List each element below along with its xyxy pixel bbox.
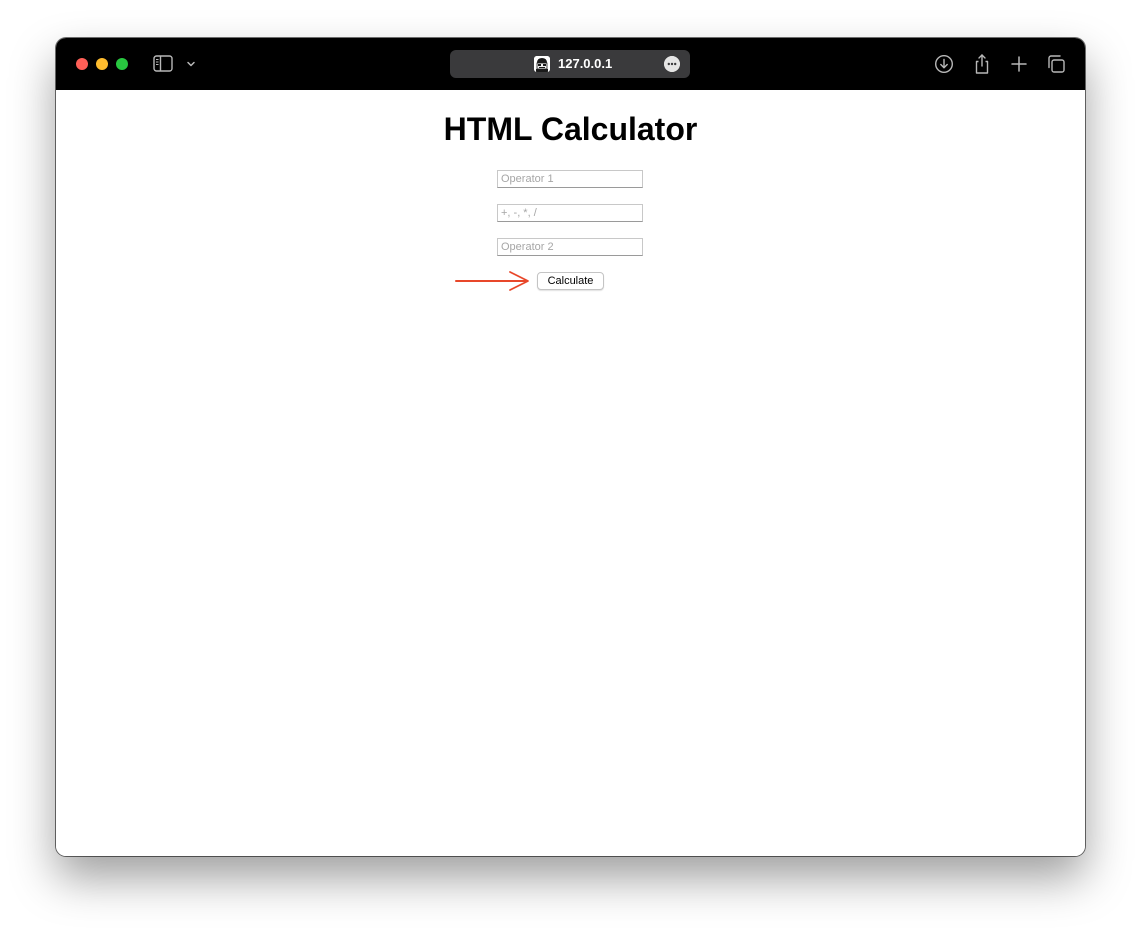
more-icon[interactable]: [664, 56, 680, 72]
share-icon[interactable]: [971, 53, 993, 75]
chevron-down-icon[interactable]: [185, 58, 197, 70]
page-title: HTML Calculator: [443, 111, 698, 147]
annotation-arrow-icon: [455, 271, 529, 291]
page-content: HTML Calculator Calculate: [56, 90, 1085, 856]
plus-icon[interactable]: [1008, 53, 1030, 75]
browser-window: 127.0.0.1 HTML Calculator Operator 1 +, …: [56, 38, 1085, 856]
address-bar[interactable]: 127.0.0.1: [450, 50, 690, 78]
operator-input[interactable]: [497, 204, 643, 222]
operand1-input[interactable]: [497, 170, 643, 188]
maximize-window-button[interactable]: [116, 58, 128, 70]
close-window-button[interactable]: [76, 58, 88, 70]
favicon-icon: [534, 56, 550, 72]
operand2-input[interactable]: [497, 238, 643, 256]
title-bar: 127.0.0.1: [56, 38, 1085, 90]
url-text[interactable]: 127.0.0.1: [558, 56, 612, 72]
minimize-window-button[interactable]: [96, 58, 108, 70]
calculate-button[interactable]: Calculate: [537, 272, 604, 290]
tabs-icon[interactable]: [1045, 53, 1067, 75]
sidebar-icon[interactable]: [153, 55, 173, 72]
download-icon[interactable]: [933, 53, 955, 75]
